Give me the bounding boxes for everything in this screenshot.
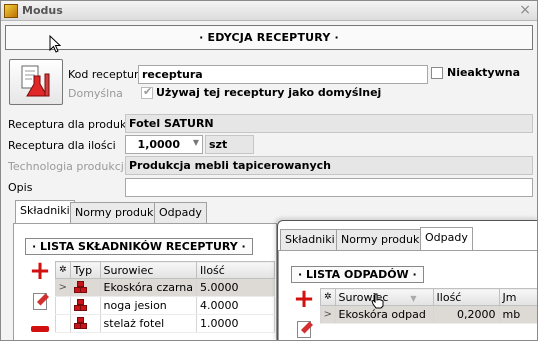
add-button[interactable]: + <box>27 256 53 286</box>
column-header-marker: ✲ <box>55 261 71 279</box>
tab-odpady[interactable]: Odpady <box>154 202 207 223</box>
ilosc-value: 1,0000 <box>137 138 180 151</box>
app-icon <box>4 4 18 18</box>
row-selector <box>55 314 71 333</box>
technologia-field: Produkcja mebli tapicerowanych <box>125 156 533 175</box>
opis-label: Opis <box>8 181 33 194</box>
surowiec-cell: Ekoskóra czarna <box>99 278 198 297</box>
sort-arrow-icon[interactable]: ▼ <box>410 294 416 303</box>
popup-tab-skladniki[interactable]: Składniki <box>280 229 340 250</box>
domyslna-label: Domyślna <box>68 87 123 100</box>
edit-button[interactable] <box>27 289 53 313</box>
nieaktywna-checkbox[interactable] <box>431 67 443 79</box>
hand-pointer-icon <box>371 293 385 313</box>
close-icon[interactable]: × <box>519 2 531 18</box>
ilosc-cell: 5.0000 <box>196 278 275 297</box>
chevron-down-icon[interactable]: ▼ <box>193 138 199 147</box>
tab-skladniki[interactable]: Składniki <box>15 200 75 223</box>
odpady-table: ✲ Surowiec ▼ Ilość Jm > Ekoskóra odpad 0,… <box>320 288 537 324</box>
popup-tab-odpady[interactable]: Odpady <box>420 227 473 250</box>
plus-icon: + <box>29 256 51 286</box>
delete-button[interactable] <box>27 317 53 340</box>
material-icon <box>69 278 101 297</box>
row-selector <box>55 296 71 315</box>
odpady-popup: Składniki Normy produkcji Odpady · LISTA… <box>277 220 537 340</box>
odpady-section-title: · LISTA ODPADÓW · <box>291 266 424 283</box>
produkt-field: Fotel SATURN <box>125 114 533 133</box>
edit-icon <box>297 320 311 338</box>
row-selector-icon: > <box>55 278 71 297</box>
recipe-icon-button[interactable] <box>9 59 63 105</box>
nieaktywna-label: Nieaktywna <box>447 66 521 79</box>
lab-flask-icon <box>21 65 50 97</box>
column-header-typ[interactable]: Typ <box>69 261 101 279</box>
table-row[interactable]: noga jesion 4.0000 <box>55 296 275 315</box>
ilosc-spinner[interactable]: 1,0000 ▼ <box>125 135 203 154</box>
plus-icon: + <box>293 284 315 314</box>
title-bar[interactable]: Modus × <box>1 1 537 21</box>
column-header-surowiec[interactable]: Surowiec <box>99 261 198 279</box>
ilosc-label: Receptura dla ilości <box>8 139 116 152</box>
skladniki-section-title: · LISTA SKŁADNIKÓW RECEPTURY · <box>25 238 253 255</box>
domyslna-checkbox-label: Używaj tej receptury jako domyślnej <box>156 86 382 99</box>
jm-cell: mb <box>498 305 537 324</box>
kod-receptury-input[interactable]: receptura <box>138 65 428 84</box>
header-box: · EDYCJA RECEPTURY · <box>5 25 533 50</box>
table-row[interactable]: > Ekoskóra odpad 0,2000 mb <box>320 305 537 324</box>
kod-receptury-label: Kod receptury <box>68 68 146 81</box>
popup-add-button[interactable]: + <box>291 284 317 314</box>
surowiec-cell: stelaż fotel <box>99 314 198 333</box>
material-icon <box>69 314 101 333</box>
opis-input[interactable] <box>125 178 533 197</box>
column-header-ilosc[interactable]: Ilość <box>432 288 500 306</box>
table-row[interactable]: > Ekoskóra czarna 5.0000 <box>55 278 275 297</box>
page-title: · EDYCJA RECEPTURY · <box>199 31 339 44</box>
skladniki-table: ✲ Typ Surowiec Ilość > Ekoskóra czarna 5… <box>55 261 275 333</box>
ilosc-cell: 1.0000 <box>196 314 275 333</box>
table-row[interactable]: stelaż fotel 1.0000 <box>55 314 275 333</box>
main-window: Modus × · EDYCJA RECEPTURY · Kod receptu… <box>0 0 538 341</box>
mouse-pointer-icon <box>49 34 62 57</box>
domyslna-checkbox[interactable] <box>141 85 153 99</box>
column-header-jm[interactable]: Jm <box>498 288 537 306</box>
row-selector-icon: > <box>320 305 336 324</box>
ilosc-cell: 0,2000 <box>432 305 500 324</box>
produkt-label: Receptura dla produktu <box>8 118 138 131</box>
technologia-label: Technologia produkcji <box>8 160 127 173</box>
window-title: Modus <box>22 4 63 17</box>
material-icon <box>69 296 101 315</box>
minus-icon <box>31 326 49 332</box>
surowiec-cell: noga jesion <box>99 296 198 315</box>
edit-icon <box>33 292 47 310</box>
popup-edit-button[interactable] <box>291 317 317 340</box>
column-header-ilosc[interactable]: Ilość <box>196 261 275 279</box>
column-header-marker: ✲ <box>320 288 336 306</box>
ilosc-unit-field: szt <box>205 135 254 154</box>
ilosc-cell: 4.0000 <box>196 296 275 315</box>
